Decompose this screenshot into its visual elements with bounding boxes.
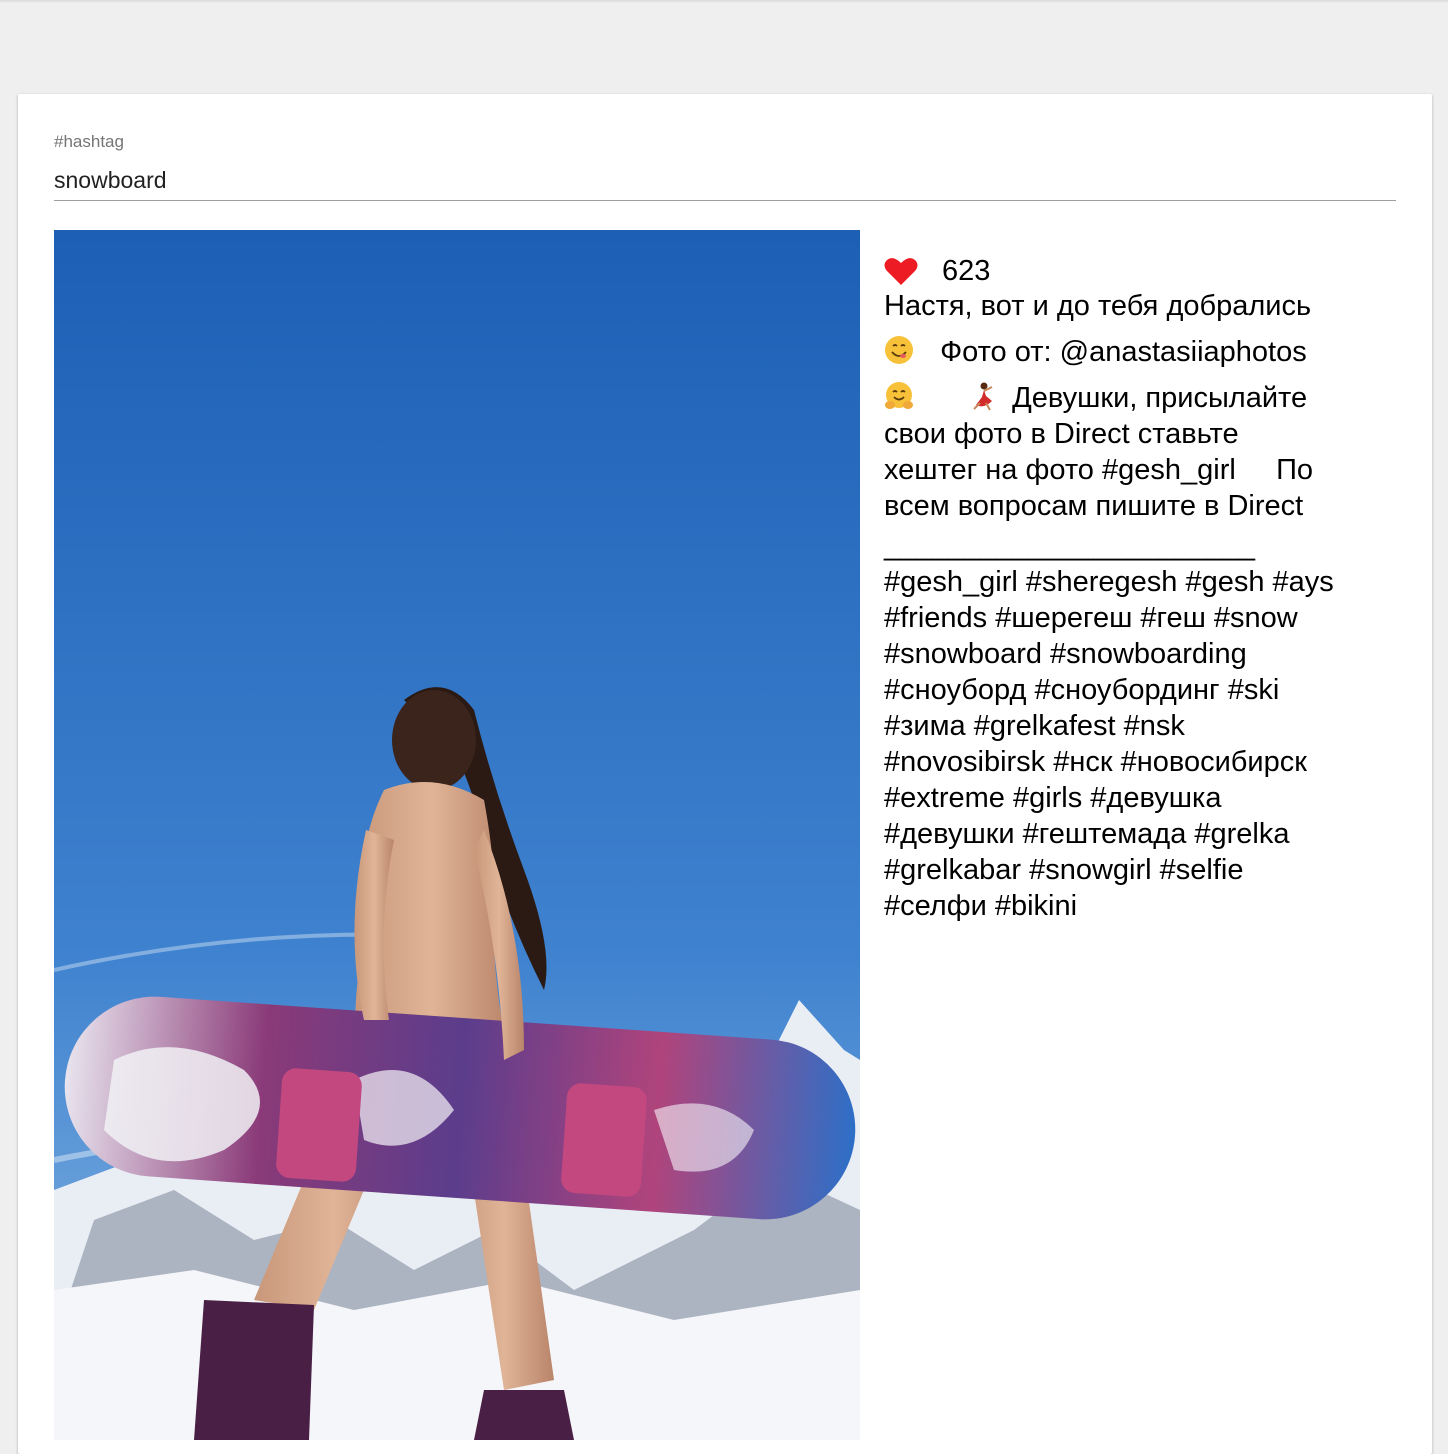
caption-invite: Девушки, присылайте [1012,382,1308,414]
window-top-edge [0,0,1448,3]
likes-count: 623 [942,255,991,287]
post-details: 623 Настя, вот и до тебя добрались Фото … [884,254,1384,924]
heart-icon[interactable] [884,256,918,286]
caption-hashtags[interactable]: #gesh_girl #sheregesh #gesh #ays #friend… [884,564,1384,924]
caption-line-1: Настя, вот и до тебя добрались [884,290,1312,322]
hashtag-field-label: #hashtag [54,132,124,151]
caption-line-2: Фото от: @anastasiiaphotos [884,334,1384,370]
post-card: #hashtag snowboard 623 Настя, вот и до т… [18,94,1432,1454]
dancer-emoji-icon [973,382,993,411]
hugging-face-emoji-icon [885,382,913,409]
caption-body: свои фото в Direct ставьте хештег на фот… [884,418,1314,522]
caption-photo-credit: Фото от: @anastasiiaphotos [940,336,1307,368]
smiling-face-emoji-icon [885,336,913,364]
post-image [54,230,860,1440]
likes-row: 623 [884,254,1384,288]
snowboard-photo [54,230,860,1440]
caption-divider: _______________________ [884,530,1255,562]
hashtag-input[interactable] [54,160,1396,201]
caption-line-3: Девушки, присылайте [884,380,1384,416]
